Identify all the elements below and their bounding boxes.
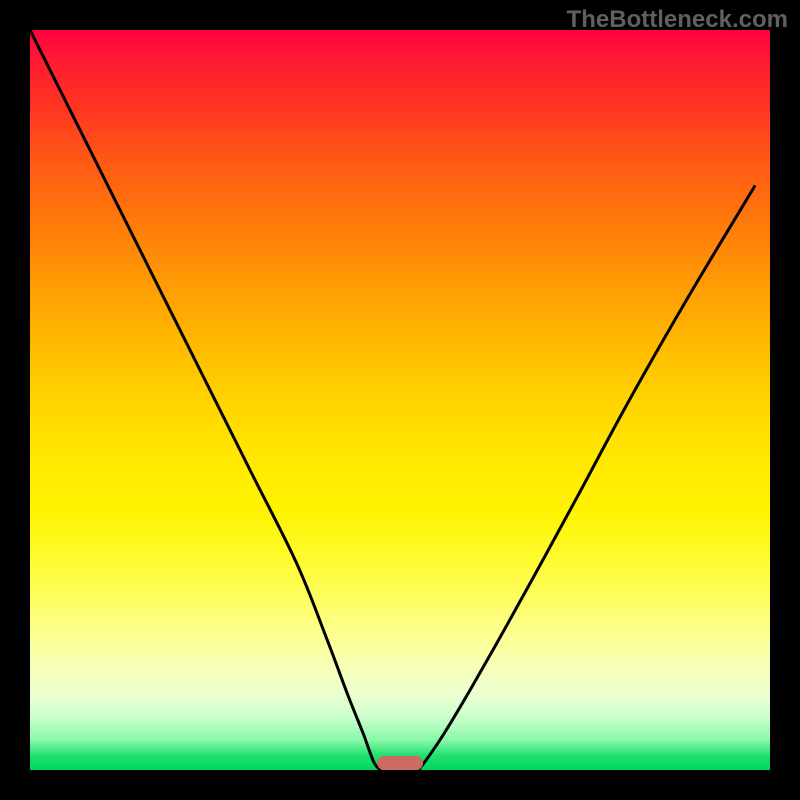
chart-frame: TheBottleneck.com <box>0 0 800 800</box>
right-curve-path <box>419 185 756 770</box>
left-curve-path <box>30 30 382 770</box>
curve-layer <box>30 30 770 770</box>
plot-area <box>30 30 770 770</box>
watermark-text: TheBottleneck.com <box>567 6 788 34</box>
bottleneck-marker <box>377 756 423 770</box>
